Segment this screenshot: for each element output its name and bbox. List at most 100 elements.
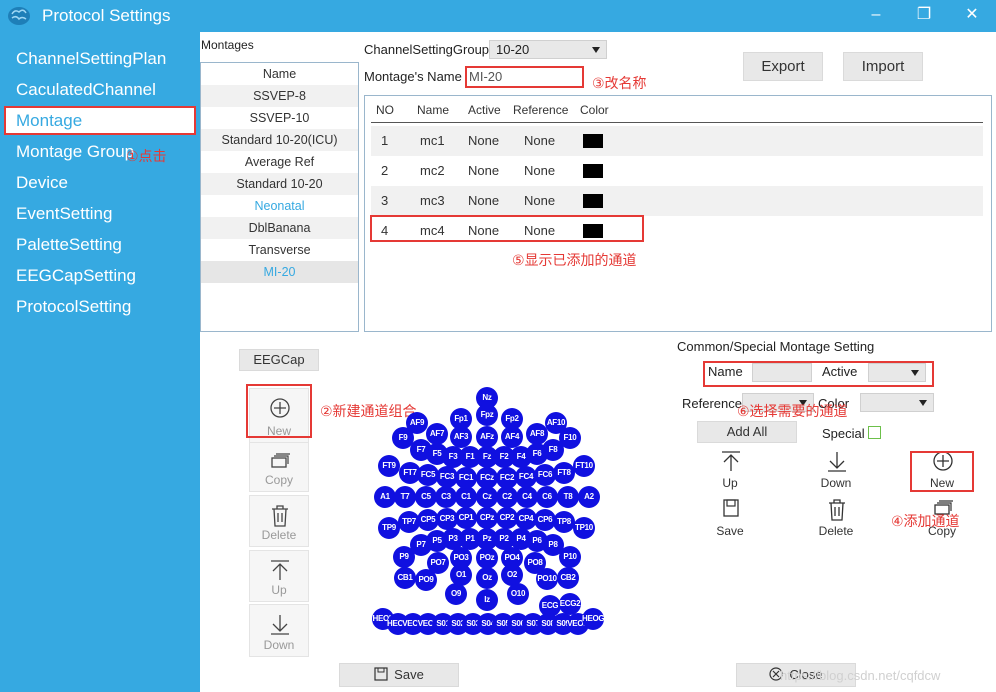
channel-up-button[interactable]: Up xyxy=(700,448,760,492)
cap-new-button[interactable]: New xyxy=(249,388,309,443)
name-select[interactable] xyxy=(752,363,812,382)
annotation-step-6: ⑥选择需要的通道 xyxy=(737,403,848,419)
close-window-button[interactable]: ✕ xyxy=(958,4,986,28)
montage-item-ssvep-10[interactable]: SSVEP-10 xyxy=(201,107,358,129)
active-label: Active xyxy=(822,364,858,379)
montage-item-neonatal[interactable]: Neonatal xyxy=(201,195,358,217)
channel-delete-button[interactable]: Delete xyxy=(806,496,866,540)
arrow-down-icon xyxy=(828,452,846,472)
sidebar-item-montage-group[interactable]: Montage Group xyxy=(4,137,196,166)
sidebar-item-event-setting[interactable]: EventSetting xyxy=(4,199,196,228)
montage-item-dblbanana[interactable]: DblBanana xyxy=(201,217,358,239)
cell-name: mc1 xyxy=(420,133,445,148)
electrode-o9[interactable]: O9 xyxy=(445,583,467,605)
electrode-f10[interactable]: F10 xyxy=(559,427,581,449)
table-row[interactable]: 3 mc3 None None xyxy=(371,186,983,216)
channel-save-button[interactable]: Save xyxy=(700,496,760,540)
electrode-t7[interactable]: T7 xyxy=(394,486,416,508)
sidebar-item-montage[interactable]: Montage xyxy=(4,106,196,135)
electrode-cz[interactable]: Cz xyxy=(476,486,498,508)
color-swatch[interactable] xyxy=(583,224,603,238)
color-select[interactable] xyxy=(860,393,934,412)
montage-item-transverse[interactable]: Transverse xyxy=(201,239,358,261)
montage-item-ssvep-8[interactable]: SSVEP-8 xyxy=(201,85,358,107)
cap-down-button[interactable]: Down xyxy=(249,604,309,657)
special-checkbox[interactable] xyxy=(868,426,881,439)
sidebar-item-device[interactable]: Device xyxy=(4,168,196,197)
electrode-ft9[interactable]: FT9 xyxy=(378,455,400,477)
electrode-cb1[interactable]: CB1 xyxy=(394,567,416,589)
montage-item-mi-20[interactable]: MI-20 xyxy=(201,261,358,283)
electrode-tp9[interactable]: TP9 xyxy=(378,517,400,539)
channel-save-label: Save xyxy=(716,524,744,538)
channel-setting-group-select[interactable]: 10-20 xyxy=(489,40,607,59)
electrode-o10[interactable]: O10 xyxy=(507,583,529,605)
channel-setting-group-value: 10-20 xyxy=(496,42,530,57)
electrode-c4[interactable]: C4 xyxy=(516,486,538,508)
export-button[interactable]: Export xyxy=(743,52,823,81)
table-row[interactable]: 2 mc2 None None xyxy=(371,156,983,186)
electrode-iz[interactable]: Iz xyxy=(476,589,498,611)
electrode-ecg2[interactable]: ECG2 xyxy=(559,593,581,615)
electrode-ft8[interactable]: FT8 xyxy=(553,462,575,484)
electrode-heog[interactable]: HEOG xyxy=(582,608,604,630)
electrode-af3[interactable]: AF3 xyxy=(450,426,472,448)
electrode-c1[interactable]: C1 xyxy=(455,486,477,508)
sidebar-item-protocol-setting[interactable]: ProtocolSetting xyxy=(4,292,196,321)
import-button[interactable]: Import xyxy=(843,52,923,81)
electrode-ft10[interactable]: FT10 xyxy=(573,455,595,477)
table-row[interactable]: 4 mc4 None None xyxy=(371,216,983,246)
electrode-t8[interactable]: T8 xyxy=(557,486,579,508)
cell-no: 4 xyxy=(381,223,389,238)
electrode-cpz[interactable]: CPz xyxy=(476,507,498,529)
electrode-af7[interactable]: AF7 xyxy=(426,423,448,445)
footer-save-button[interactable]: Save xyxy=(339,663,459,687)
cell-name: mc2 xyxy=(420,163,445,178)
table-row[interactable]: 1 mc1 None None xyxy=(371,126,983,156)
save-icon xyxy=(374,667,388,681)
electrode-c3[interactable]: C3 xyxy=(435,486,457,508)
channel-table: NO Name Active Reference Color 1 mc1 Non… xyxy=(364,95,992,332)
electrode-afz[interactable]: AFz xyxy=(476,426,498,448)
electrode-af4[interactable]: AF4 xyxy=(501,426,523,448)
electrode-oz[interactable]: Oz xyxy=(476,567,498,589)
active-select[interactable] xyxy=(868,363,926,382)
sidebar-item-palette-setting[interactable]: PaletteSetting xyxy=(4,230,196,259)
electrode-a2[interactable]: A2 xyxy=(578,486,600,508)
sidebar-item-eegcap-setting[interactable]: EEGCapSetting xyxy=(4,261,196,290)
electrode-fpz[interactable]: Fpz xyxy=(476,404,498,426)
minimize-button[interactable]: – xyxy=(862,4,890,28)
electrode-p10[interactable]: P10 xyxy=(559,546,581,568)
electrode-c6[interactable]: C6 xyxy=(536,486,558,508)
electrode-tp10[interactable]: TP10 xyxy=(573,517,595,539)
electrode-c5[interactable]: C5 xyxy=(415,486,437,508)
electrode-tp8[interactable]: TP8 xyxy=(553,511,575,533)
montage-name-input[interactable]: MI-20 xyxy=(465,66,584,88)
electrode-cp1[interactable]: CP1 xyxy=(455,507,477,529)
cap-delete-button[interactable]: Delete xyxy=(249,495,309,547)
cap-up-button[interactable]: Up xyxy=(249,550,309,602)
eegcap-button[interactable]: EEGCap xyxy=(239,349,319,371)
electrode-a1[interactable]: A1 xyxy=(374,486,396,508)
montage-item-standard-icu[interactable]: Standard 10-20(ICU) xyxy=(201,129,358,151)
channel-new-button[interactable]: New xyxy=(912,448,972,492)
header-divider xyxy=(371,122,983,123)
cap-copy-button[interactable]: Copy xyxy=(249,442,309,492)
electrode-cb2[interactable]: CB2 xyxy=(557,567,579,589)
color-swatch[interactable] xyxy=(583,134,603,148)
sidebar-item-caculated-channel[interactable]: CaculatedChannel xyxy=(4,75,196,104)
sidebar-item-channel-setting-plan[interactable]: ChannelSettingPlan xyxy=(4,44,196,73)
channel-down-button[interactable]: Down xyxy=(806,448,866,492)
electrode-p9[interactable]: P9 xyxy=(393,546,415,568)
electrode-po9[interactable]: PO9 xyxy=(415,569,437,591)
maximize-button[interactable]: ❐ xyxy=(910,4,938,28)
montage-item-average-ref[interactable]: Average Ref xyxy=(201,151,358,173)
cell-reference: None xyxy=(524,193,556,208)
color-swatch[interactable] xyxy=(583,164,603,178)
electrode-po10[interactable]: PO10 xyxy=(536,568,558,590)
add-all-button[interactable]: Add All xyxy=(697,421,797,443)
montage-item-standard-10-20[interactable]: Standard 10-20 xyxy=(201,173,358,195)
electrode-poz[interactable]: POz xyxy=(476,547,498,569)
electrode-c2[interactable]: C2 xyxy=(496,486,518,508)
color-swatch[interactable] xyxy=(583,194,603,208)
